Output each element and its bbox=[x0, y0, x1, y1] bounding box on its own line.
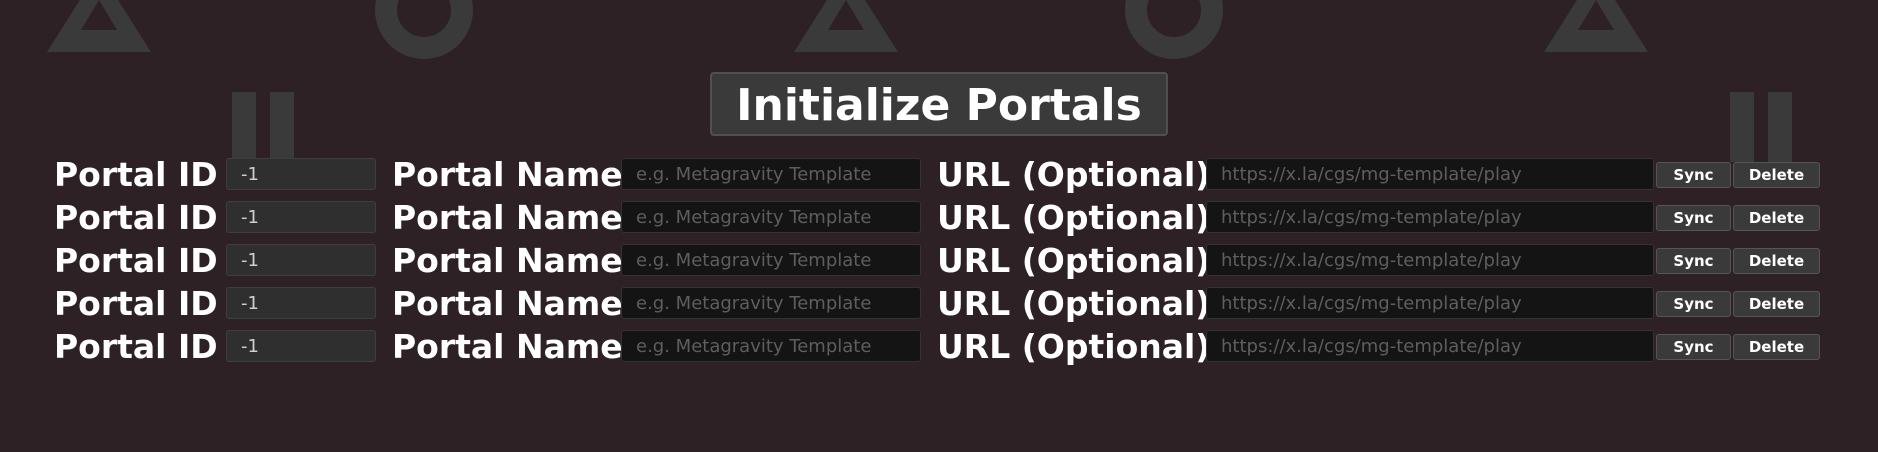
triangle-icon bbox=[1544, 0, 1648, 52]
portal-id-input[interactable] bbox=[226, 244, 376, 276]
delete-button[interactable]: Delete bbox=[1733, 334, 1820, 360]
sync-button[interactable]: Sync bbox=[1656, 162, 1731, 188]
sync-button[interactable]: Sync bbox=[1656, 248, 1731, 274]
portal-name-input[interactable] bbox=[621, 244, 921, 276]
portal-id-label: Portal ID : bbox=[54, 198, 243, 237]
triangle-icon bbox=[794, 0, 898, 52]
portal-row: Portal ID : Portal Name : URL (Optional)… bbox=[0, 155, 1878, 198]
portal-name-input[interactable] bbox=[621, 201, 921, 233]
portal-name-label: Portal Name : bbox=[392, 198, 648, 237]
sync-button[interactable]: Sync bbox=[1656, 334, 1731, 360]
portal-id-label: Portal ID : bbox=[54, 241, 243, 280]
circle-icon bbox=[375, 0, 473, 59]
portal-id-input[interactable] bbox=[226, 158, 376, 190]
portal-id-input[interactable] bbox=[226, 201, 376, 233]
url-label: URL (Optional) : bbox=[937, 284, 1236, 323]
url-input[interactable] bbox=[1206, 201, 1654, 233]
portal-id-input[interactable] bbox=[226, 330, 376, 362]
portal-name-label: Portal Name : bbox=[392, 241, 648, 280]
url-input[interactable] bbox=[1206, 330, 1654, 362]
portal-name-input[interactable] bbox=[621, 158, 921, 190]
url-label: URL (Optional) : bbox=[937, 198, 1236, 237]
sync-button[interactable]: Sync bbox=[1656, 291, 1731, 317]
portal-id-label: Portal ID : bbox=[54, 327, 243, 366]
title-container: Initialize Portals bbox=[0, 72, 1878, 136]
url-input[interactable] bbox=[1206, 244, 1654, 276]
delete-button[interactable]: Delete bbox=[1733, 162, 1820, 188]
delete-button[interactable]: Delete bbox=[1733, 205, 1820, 231]
portal-id-input[interactable] bbox=[226, 287, 376, 319]
portal-name-label: Portal Name : bbox=[392, 284, 648, 323]
portal-row: Portal ID : Portal Name : URL (Optional)… bbox=[0, 241, 1878, 284]
url-input[interactable] bbox=[1206, 158, 1654, 190]
delete-button[interactable]: Delete bbox=[1733, 248, 1820, 274]
portal-row: Portal ID : Portal Name : URL (Optional)… bbox=[0, 198, 1878, 241]
initialize-portals-button[interactable]: Initialize Portals bbox=[710, 72, 1168, 136]
triangle-icon bbox=[47, 0, 151, 52]
portal-name-label: Portal Name : bbox=[392, 155, 648, 194]
url-input[interactable] bbox=[1206, 287, 1654, 319]
sync-button[interactable]: Sync bbox=[1656, 205, 1731, 231]
portal-name-label: Portal Name : bbox=[392, 327, 648, 366]
portal-id-label: Portal ID : bbox=[54, 284, 243, 323]
portal-name-input[interactable] bbox=[621, 287, 921, 319]
circle-icon bbox=[1125, 0, 1223, 59]
portal-name-input[interactable] bbox=[621, 330, 921, 362]
url-label: URL (Optional) : bbox=[937, 327, 1236, 366]
portal-row: Portal ID : Portal Name : URL (Optional)… bbox=[0, 284, 1878, 327]
url-label: URL (Optional) : bbox=[937, 241, 1236, 280]
portal-id-label: Portal ID : bbox=[54, 155, 243, 194]
portal-list: Portal ID : Portal Name : URL (Optional)… bbox=[0, 155, 1878, 370]
delete-button[interactable]: Delete bbox=[1733, 291, 1820, 317]
url-label: URL (Optional) : bbox=[937, 155, 1236, 194]
portal-row: Portal ID : Portal Name : URL (Optional)… bbox=[0, 327, 1878, 370]
